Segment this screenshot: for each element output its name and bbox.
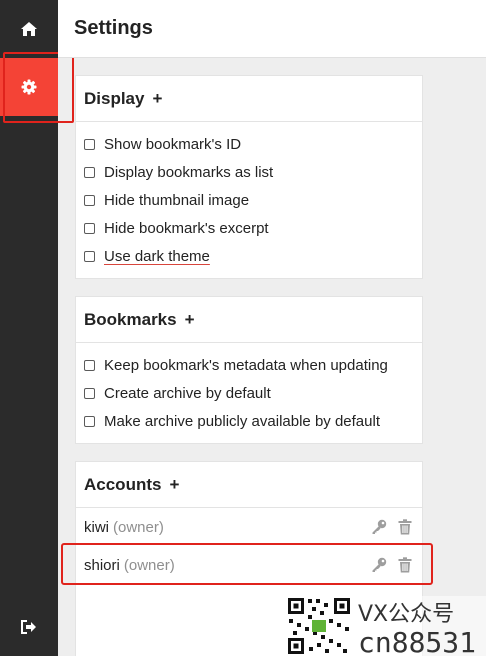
- bookmarks-panel: Bookmarks + Keep bookmark's metadata whe…: [75, 296, 423, 444]
- option-label: Hide bookmark's excerpt: [104, 219, 269, 237]
- checkbox[interactable]: [84, 222, 95, 234]
- display-panel-header: Display +: [76, 76, 422, 122]
- logout-icon: [21, 620, 36, 634]
- checkbox[interactable]: [84, 138, 95, 150]
- accounts-panel: Accounts + kiwi (owner) shiori (owner): [75, 461, 423, 656]
- account-row-kiwi: kiwi (owner): [76, 508, 422, 546]
- sidebar: [0, 0, 58, 656]
- option-label: Display bookmarks as list: [104, 163, 274, 181]
- key-icon: [372, 519, 387, 534]
- trash-icon: [398, 557, 412, 573]
- sidebar-item-logout[interactable]: [0, 598, 58, 656]
- account-name: kiwi: [84, 518, 109, 536]
- accounts-panel-header: Accounts +: [76, 462, 422, 508]
- option-keep-metadata[interactable]: Keep bookmark's metadata when updating: [76, 351, 422, 379]
- add-account-button[interactable]: +: [169, 475, 179, 495]
- display-expand-button[interactable]: +: [152, 89, 162, 109]
- option-show-bookmark-id[interactable]: Show bookmark's ID: [76, 130, 422, 158]
- delete-account-button[interactable]: [398, 557, 412, 573]
- checkbox[interactable]: [84, 166, 95, 178]
- option-label: Hide thumbnail image: [104, 191, 250, 209]
- option-display-as-list[interactable]: Display bookmarks as list: [76, 158, 422, 186]
- bookmarks-expand-button[interactable]: +: [185, 310, 195, 330]
- checkbox[interactable]: [84, 387, 95, 399]
- trash-icon: [398, 519, 412, 535]
- sidebar-item-home[interactable]: [0, 0, 58, 58]
- key-icon: [372, 557, 387, 572]
- option-label: Make archive publicly available by defau…: [104, 412, 380, 430]
- page-title: Settings: [74, 17, 153, 39]
- home-icon: [21, 22, 37, 36]
- delete-account-button[interactable]: [398, 519, 412, 535]
- checkbox[interactable]: [84, 250, 95, 262]
- option-label[interactable]: Use dark theme: [104, 248, 210, 265]
- gear-icon: [21, 79, 37, 95]
- sidebar-item-settings[interactable]: [0, 58, 58, 116]
- option-label: Keep bookmark's metadata when updating: [104, 356, 388, 374]
- display-panel: Display + Show bookmark's ID Display boo…: [75, 75, 423, 279]
- account-name: shiori: [84, 556, 120, 574]
- option-dark-theme[interactable]: Use dark theme: [76, 242, 422, 270]
- account-role: (owner): [123, 556, 175, 574]
- option-hide-excerpt[interactable]: Hide bookmark's excerpt: [76, 214, 422, 242]
- checkbox[interactable]: [84, 359, 95, 371]
- option-label: Show bookmark's ID: [104, 135, 242, 153]
- display-panel-title: Display: [84, 88, 145, 108]
- checkbox[interactable]: [84, 194, 95, 206]
- option-create-archive[interactable]: Create archive by default: [76, 379, 422, 407]
- change-password-button[interactable]: [371, 557, 387, 573]
- account-role: (owner): [113, 518, 164, 536]
- bookmarks-panel-header: Bookmarks +: [76, 297, 422, 343]
- accounts-panel-title: Accounts: [84, 474, 162, 494]
- account-row-shiori: shiori (owner): [76, 546, 422, 584]
- change-password-button[interactable]: [371, 519, 387, 535]
- checkbox[interactable]: [84, 415, 95, 427]
- option-hide-thumbnail[interactable]: Hide thumbnail image: [76, 186, 422, 214]
- header: Settings: [58, 0, 486, 58]
- bookmarks-panel-title: Bookmarks: [84, 309, 177, 329]
- option-public-archive[interactable]: Make archive publicly available by defau…: [76, 407, 422, 435]
- option-label: Create archive by default: [104, 384, 271, 402]
